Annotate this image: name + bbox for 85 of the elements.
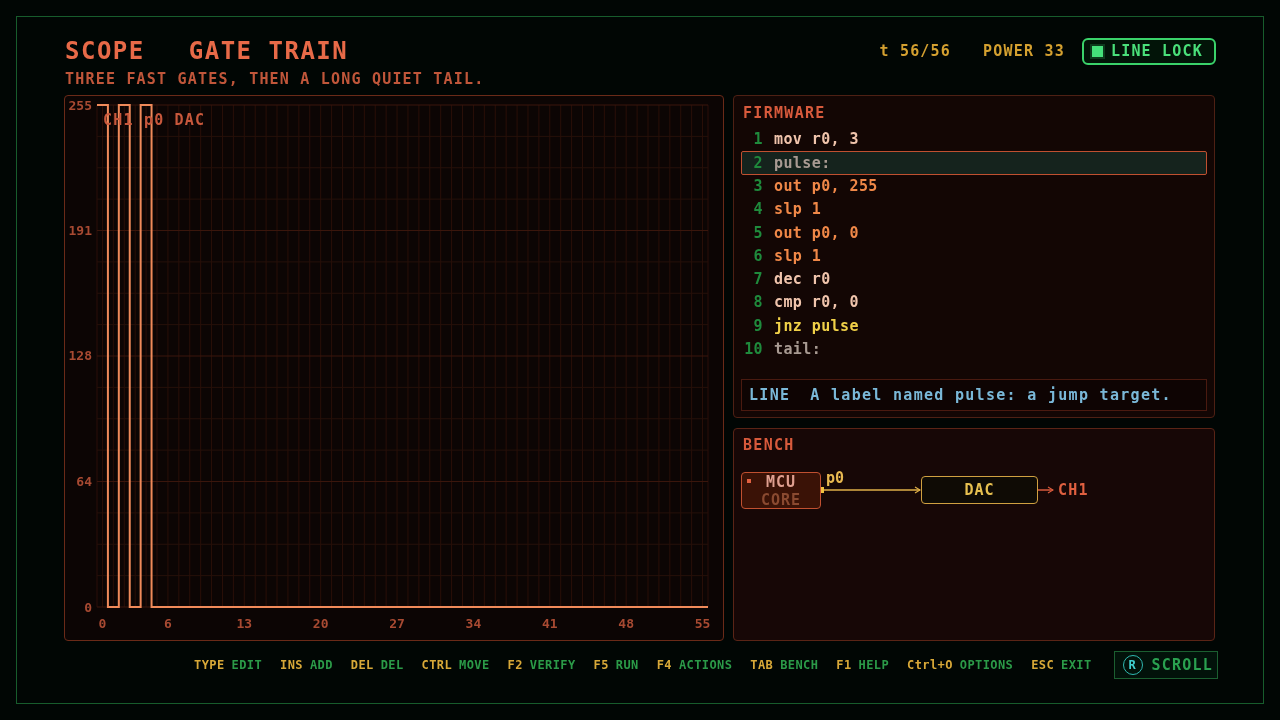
action-hint: OPTIONS [959,657,1014,674]
line-number: 7 [752,269,763,291]
line-number: 9 [752,315,763,337]
code-line[interactable]: 9 jnz pulse [741,314,1207,338]
panel-title: BENCH [743,436,796,454]
code-line[interactable]: 7 dec r0 [741,267,1207,292]
screen-title: GATE TRAIN [188,37,349,65]
mode-label: SCOPE [65,37,145,65]
code-text: slp 1 [774,199,822,221]
x-axis-tick-label: 41 [541,615,558,631]
tick-counter: t 56/56 [879,40,952,62]
code-text: slp 1 [774,245,822,267]
key-hint: ESC [1031,657,1055,674]
code-line[interactable]: 1 mov r0, 3 [741,128,1207,152]
line-number: 1 [752,129,763,151]
info-text: A label named pulse: a jump target. [810,384,1172,406]
button-label: SCROLL [1151,654,1213,676]
action-hint: ADD [310,657,333,674]
code-line[interactable]: 4 slp 1 [741,197,1207,222]
key-hint: TAB [750,657,774,674]
key-hint: TYPE [194,657,225,674]
scroll-button[interactable]: R SCROLL [1113,651,1218,679]
key-hint: F2 [507,657,523,674]
y-axis-tick-label: 0 [84,599,92,615]
line-number: 6 [752,245,763,267]
code-line[interactable]: 3 out p0, 255 [741,174,1207,198]
line-number: 4 [752,199,763,221]
node-title: DAC [964,479,995,501]
code-text: jnz pulse [774,315,859,337]
status-square-icon [747,478,751,483]
code-text: out p0, 255 [774,176,878,197]
code-line[interactable]: 8 cmp r0, 0 [741,291,1207,315]
action-hint: VERIFY [529,657,576,674]
code-line[interactable]: 6 slp 1 [741,244,1207,268]
x-axis-tick-label: 27 [389,615,405,631]
code-text: dec r0 [774,269,831,291]
line-number: 3 [752,176,763,197]
key-hint: CTRL [421,657,453,674]
action-hint: RUN [615,657,639,674]
code-text: out p0, 0 [774,222,859,244]
action-hint: ACTIONS [679,657,733,674]
action-hint: DEL [380,657,404,674]
line-number: 8 [752,292,763,314]
x-axis-tick-label: 0 [98,615,107,631]
y-axis-tick-label: 191 [68,223,92,239]
line-lock-toggle[interactable]: LINE LOCK [1081,37,1216,65]
x-axis-tick-label: 55 [694,615,711,631]
info-label: LINE [749,384,791,406]
panel-title: FIRMWARE [743,104,827,122]
node-title: MCU [765,472,797,492]
output-label: CH1 [1058,479,1089,501]
action-hint: BENCH [780,657,819,674]
line-number: 2 [752,152,763,174]
action-hint: HELP [858,657,890,674]
y-axis-tick-label: 255 [68,97,92,113]
port-label: p0 [826,470,846,486]
subtitle: THREE FAST GATES, THEN A LONG QUIET TAIL. [65,70,485,88]
code-line[interactable]: 5 out p0, 0 [741,221,1207,245]
x-axis-tick-label: 34 [465,615,482,631]
action-hint: EXIT [1061,657,1092,674]
code-text: pulse: [774,152,831,174]
code-text: tail: [774,339,822,361]
output-arrow [1038,486,1054,494]
key-hint: F4 [656,657,672,674]
action-hint: MOVE [459,657,490,674]
port-square-icon [818,487,824,493]
key-hint: F1 [836,657,852,674]
code-text: mov r0, 3 [774,129,859,151]
key-hint: F5 [593,657,609,674]
x-axis-tick-label: 20 [312,615,329,631]
y-axis-tick-label: 128 [68,347,92,363]
key-hint: INS [280,657,303,674]
power-readout: POWER 33 [983,40,1065,62]
x-axis-tick-label: 6 [164,615,172,631]
node-subtitle: CORE [760,491,802,508]
x-axis-tick-label: 13 [236,615,253,631]
action-hint: EDIT [231,657,263,674]
code-line[interactable]: 10 tail: [741,337,1207,361]
line-number: 10 [743,339,763,361]
code-text: cmp r0, 0 [774,292,859,314]
key-hint: DEL [350,657,374,674]
key-hint: Ctrl+O [907,657,953,674]
line-number: 5 [752,222,763,244]
x-axis-tick-label: 48 [618,615,634,631]
y-axis-tick-label: 64 [76,473,92,489]
